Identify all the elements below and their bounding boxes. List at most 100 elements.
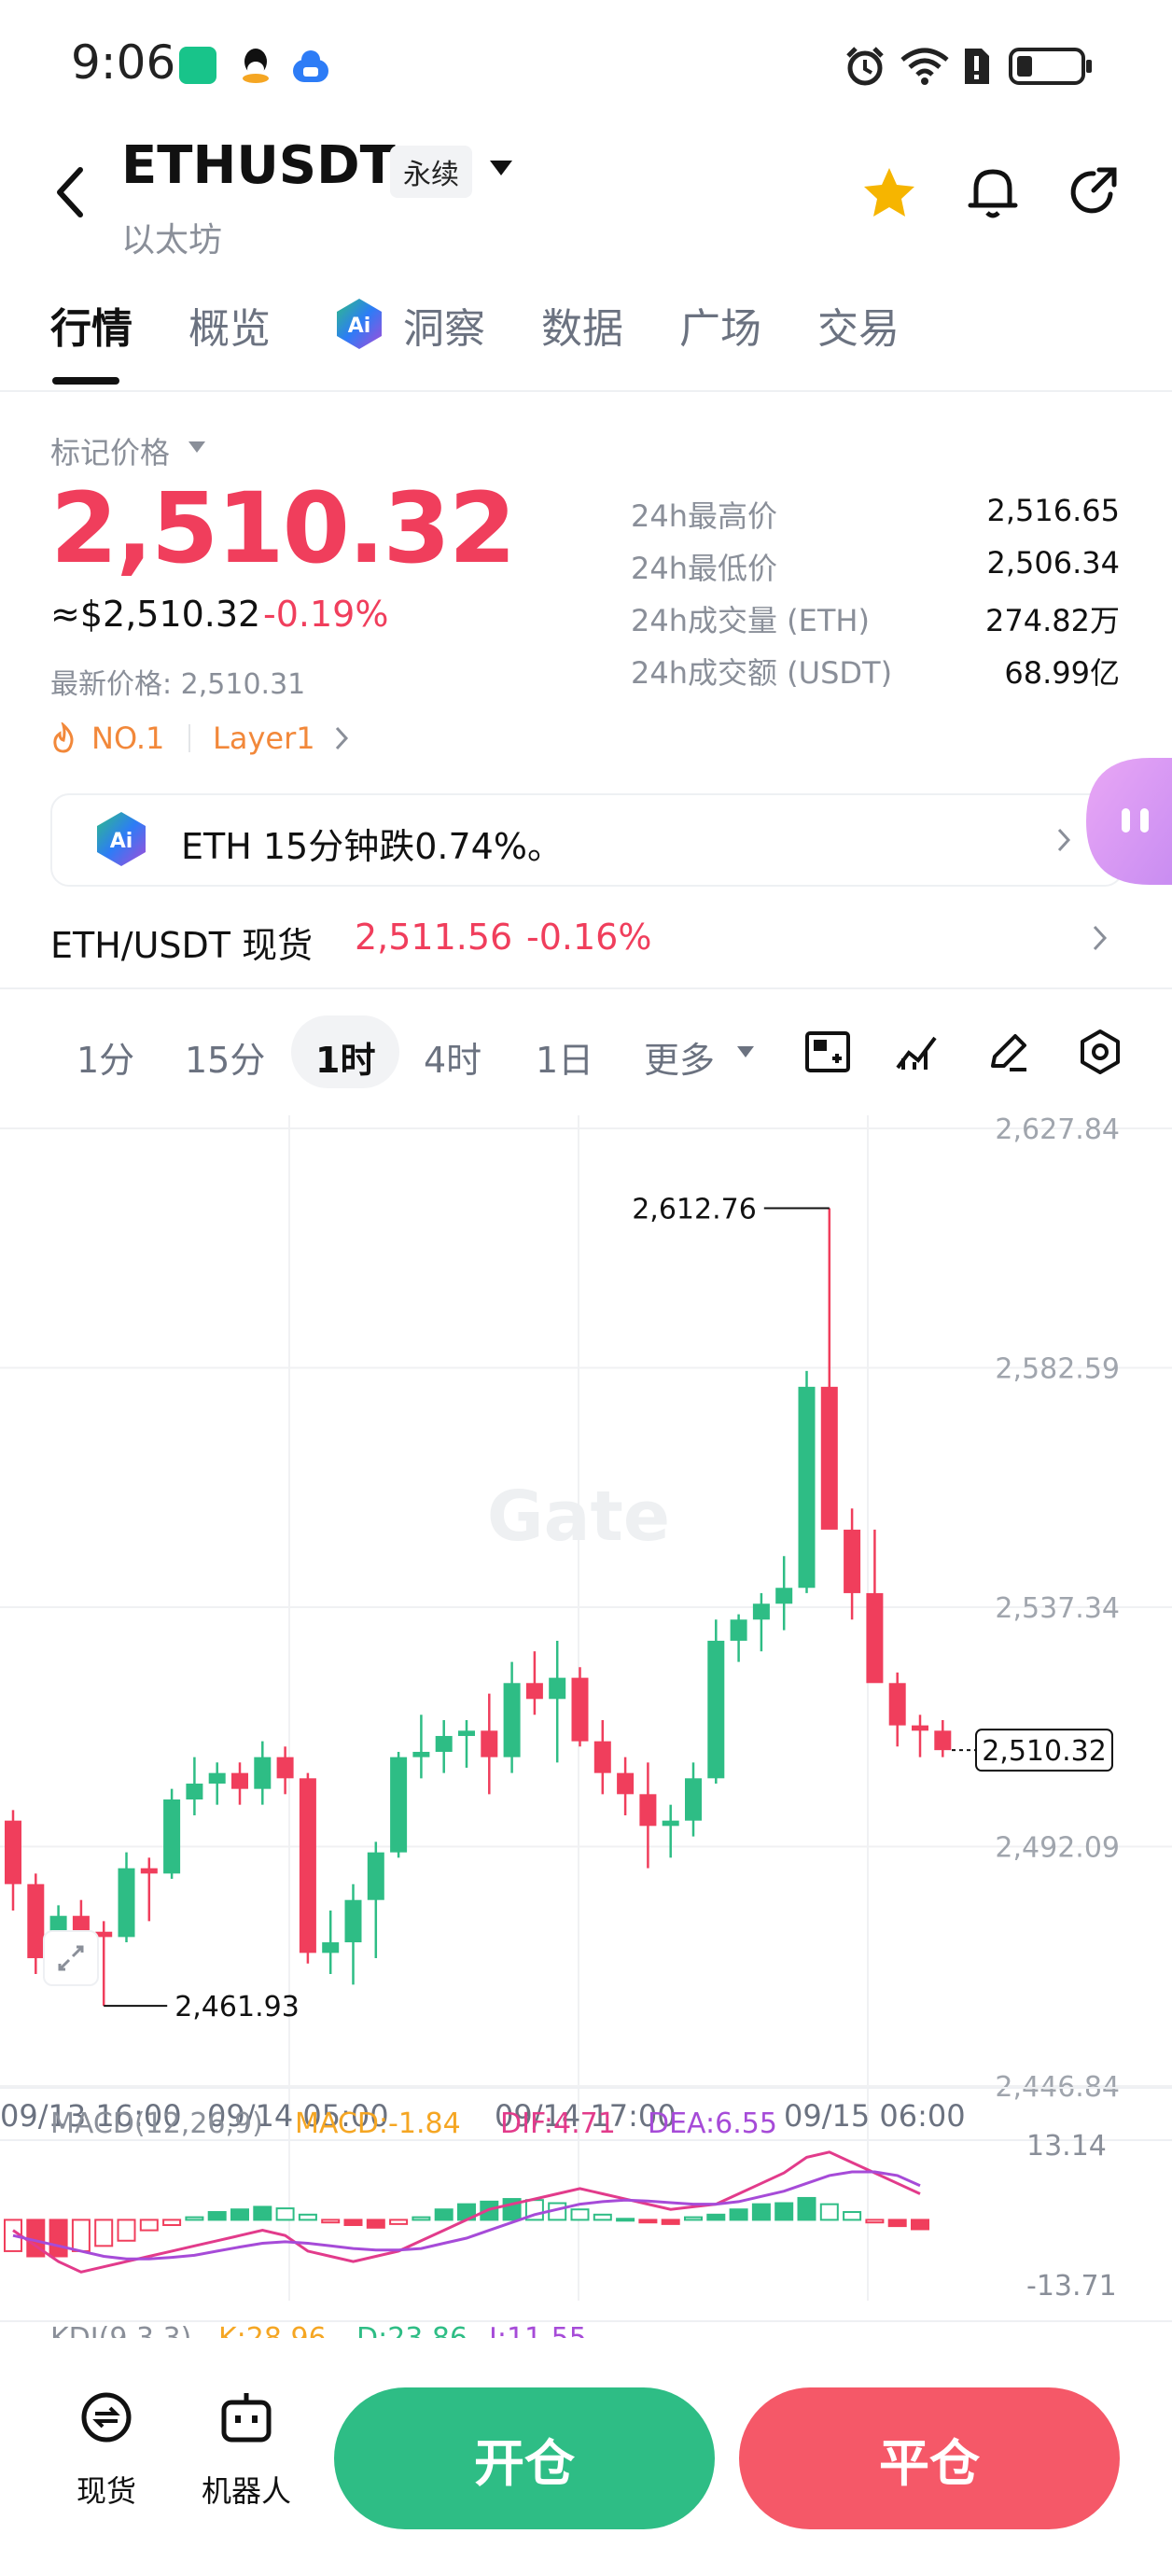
- active-tab-indicator: [52, 377, 119, 385]
- ai-insight-icon: Ai: [332, 297, 386, 351]
- macd-histogram-bar: [298, 2213, 317, 2221]
- watermark-gate-logo: Gate: [487, 1477, 670, 1557]
- spot-shortcut-label: 现货: [77, 2473, 137, 2509]
- kdj-j-value: J:11.55: [489, 2322, 587, 2338]
- macd-histogram-bar: [185, 2216, 204, 2221]
- macd-histogram-bar: [434, 2208, 453, 2221]
- mark-price-label[interactable]: 标记价格: [50, 429, 170, 472]
- kdj-legend: KDJ(9,3,3) K:28.96 D:23.86 J:11.55: [0, 2322, 1172, 2338]
- back-button[interactable]: [49, 159, 93, 226]
- stat-high-value: 2,516.65: [986, 493, 1121, 528]
- candle-body: [322, 1942, 340, 1953]
- low-price-label: 2,461.93: [174, 1991, 300, 2023]
- alert-bell-icon[interactable]: [965, 162, 1021, 222]
- candle-body: [662, 1820, 679, 1827]
- chart-indicators-icon[interactable]: [894, 1030, 941, 1073]
- candle-body: [435, 1735, 453, 1752]
- alarm-icon: [844, 45, 886, 88]
- spot-price: 2,511.56: [355, 917, 513, 958]
- x-tick-label: 09/15 06:00: [784, 2098, 966, 2134]
- candle-body: [798, 1386, 816, 1589]
- expand-chart-button[interactable]: [43, 1930, 99, 1986]
- rank-tag[interactable]: NO.1: [91, 721, 164, 756]
- close-position-button[interactable]: 平仓: [739, 2387, 1120, 2529]
- ai-news-text: ETH 15分钟跌0.74%。: [181, 826, 563, 867]
- robot-icon: [221, 2393, 272, 2443]
- kdj-d-value: D:23.86: [356, 2322, 467, 2338]
- interval-more[interactable]: 更多: [644, 1031, 715, 1083]
- macd-histogram-bar: [389, 2219, 409, 2225]
- macd-histogram-bar: [253, 2205, 272, 2221]
- candle-body: [685, 1778, 702, 1821]
- macd-histogram-bar: [684, 2216, 703, 2221]
- spot-pair-label[interactable]: ETH/USDT 现货: [50, 917, 313, 968]
- candle-body: [525, 1683, 543, 1700]
- macd-histogram-bar: [751, 2203, 771, 2221]
- section-divider: [0, 987, 1172, 989]
- candle-body: [730, 1619, 747, 1641]
- candle-body: [820, 1386, 838, 1530]
- macd-histogram-bar: [321, 2219, 341, 2224]
- macd-histogram-bar: [412, 2216, 431, 2221]
- tab-market[interactable]: 行情: [50, 295, 133, 355]
- news-chevron-icon: [1054, 825, 1073, 855]
- tab-overview[interactable]: 概览: [188, 295, 271, 355]
- macd-histogram-bar: [94, 2219, 114, 2247]
- candle-body: [844, 1529, 861, 1593]
- macd-y-bottom: -13.71: [1026, 2270, 1117, 2303]
- interval-4h[interactable]: 4时: [424, 1031, 481, 1083]
- candle-body: [186, 1783, 203, 1799]
- share-icon[interactable]: [1066, 164, 1122, 220]
- macd-histogram-bar: [570, 2208, 590, 2221]
- candlestick-chart[interactable]: 2,627.842,582.592,537.342,492.092,446.84…: [0, 1113, 1172, 2338]
- more-dropdown-icon[interactable]: [735, 1043, 756, 1060]
- spot-shortcut[interactable]: 现货: [67, 2389, 151, 2511]
- ai-news-icon: Ai: [93, 810, 149, 868]
- spot-chevron-icon[interactable]: [1090, 922, 1110, 954]
- interval-1m[interactable]: 1分: [77, 1031, 134, 1083]
- price-chart[interactable]: 2,627.84 2,582.59 2,537.34 2,492.09 2,446.84…: [0, 1113, 1172, 2338]
- candle-body: [5, 1820, 21, 1884]
- y-tick-label: 2,627.84: [995, 1115, 1120, 1146]
- app-notification-icon: [179, 47, 216, 84]
- macd-histogram-bar: [706, 2213, 726, 2221]
- qq-notification-icon: [237, 45, 274, 86]
- tab-square[interactable]: 广场: [679, 295, 761, 355]
- high-price-label: 2,612.76: [632, 1193, 757, 1225]
- pair-dropdown-icon[interactable]: [487, 157, 515, 179]
- dea-value: DEA:6.55: [648, 2107, 777, 2140]
- interval-1d[interactable]: 1日: [536, 1031, 593, 1083]
- candle-body: [934, 1730, 952, 1751]
- expand-icon: [58, 1945, 84, 1971]
- macd-histogram-bar: [911, 2219, 929, 2231]
- interval-1h[interactable]: 1时: [315, 1031, 375, 1083]
- candle-body: [254, 1757, 272, 1789]
- tab-data[interactable]: 数据: [541, 295, 623, 355]
- chart-settings-icon[interactable]: [1077, 1029, 1123, 1075]
- stat-volume-label: 24h成交量 (ETH): [631, 603, 870, 638]
- favorite-star-icon[interactable]: [860, 164, 918, 222]
- current-price-label: 2,510.32: [982, 1735, 1107, 1768]
- tab-trade[interactable]: 交易: [817, 295, 900, 355]
- macd-histogram-bar: [774, 2202, 794, 2221]
- open-position-button[interactable]: 开仓: [334, 2387, 715, 2529]
- fire-icon: [50, 721, 77, 754]
- candle-body: [27, 1883, 45, 1959]
- interval-15m[interactable]: 15分: [185, 1031, 265, 1083]
- candle-body: [208, 1772, 226, 1784]
- tab-insight[interactable]: 洞察: [403, 295, 485, 355]
- assistant-bubble-icon[interactable]: [1086, 758, 1172, 885]
- bot-shortcut[interactable]: 机器人: [198, 2389, 300, 2511]
- macd-histogram-bar: [887, 2219, 907, 2228]
- sim-alert-icon: [961, 45, 991, 86]
- drawing-tool-icon[interactable]: [985, 1030, 1030, 1073]
- macd-histogram-bar: [117, 2219, 136, 2242]
- pair-subtitle: 以太坊: [121, 221, 223, 259]
- category-tag[interactable]: Layer1: [213, 721, 315, 756]
- mark-price-dropdown-icon[interactable]: [187, 439, 207, 455]
- stat-high-label: 24h最高价: [631, 498, 778, 534]
- category-chevron-icon: [332, 724, 351, 752]
- indicator-toggle-icon[interactable]: [804, 1030, 851, 1073]
- macd-value: MACD:-1.84: [295, 2107, 461, 2140]
- spot-swap-icon: [81, 2392, 132, 2443]
